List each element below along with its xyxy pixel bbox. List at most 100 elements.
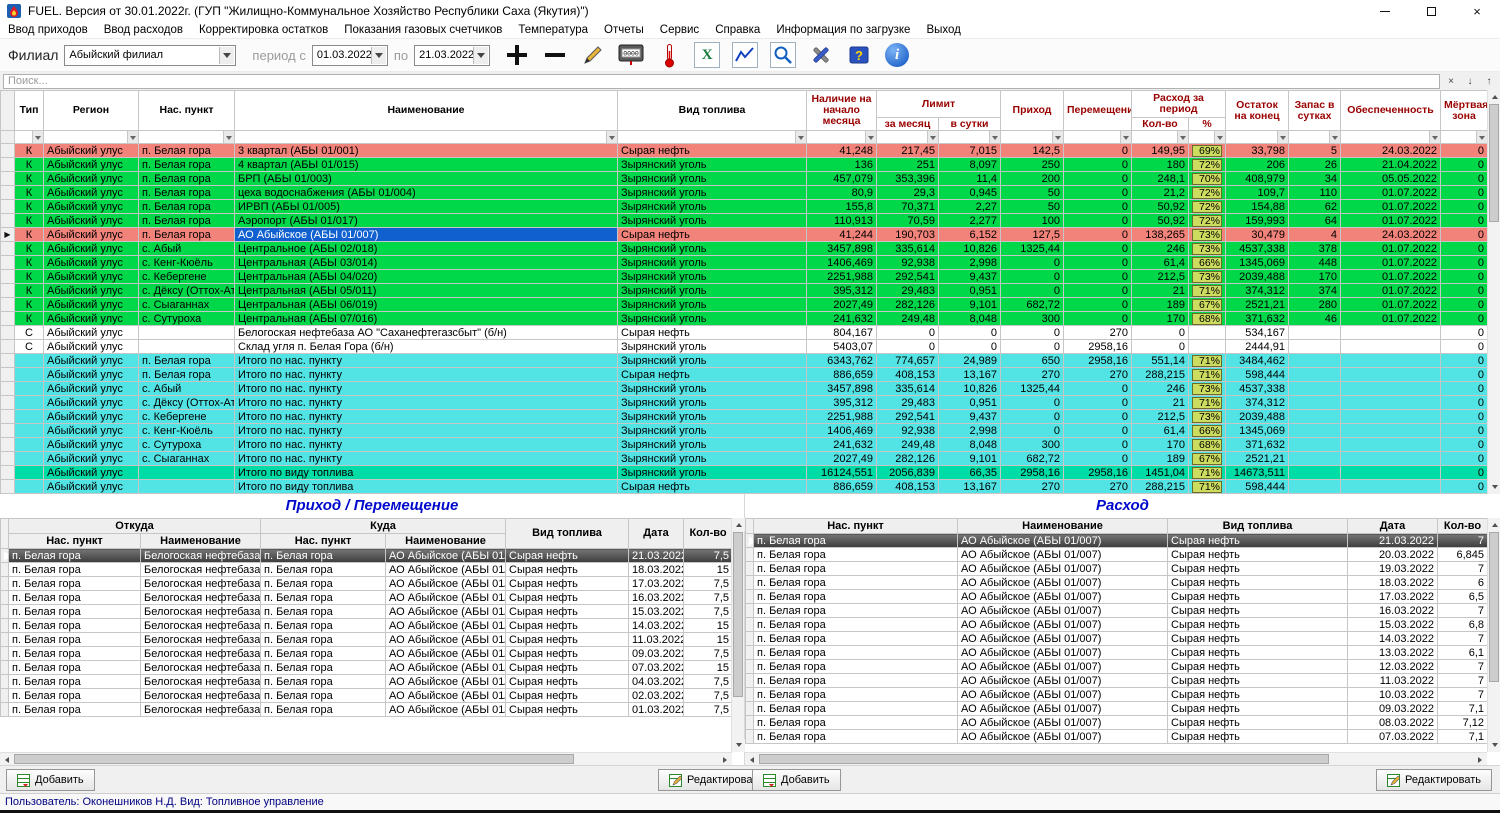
cell[interactable]: Сырая нефть xyxy=(506,703,629,717)
cell[interactable]: 9,101 xyxy=(939,298,1001,312)
menu-item[interactable]: Ввод расходов xyxy=(96,23,191,37)
cell[interactable]: 50 xyxy=(1001,200,1064,214)
cell[interactable]: 6,845 xyxy=(1438,548,1488,562)
cell[interactable]: 7,12 xyxy=(1438,716,1488,730)
cell[interactable]: 395,312 xyxy=(807,284,877,298)
cell[interactable]: Сырая нефть xyxy=(506,689,629,703)
cell[interactable]: 61,4 xyxy=(1132,256,1189,270)
table-row[interactable]: п. Белая гораБелогоская нефтебаза АО "Са… xyxy=(1,605,733,619)
cell[interactable] xyxy=(1341,340,1441,354)
table-row[interactable]: п. Белая гораАО Абыйское (АБЫ 01/007)Сыр… xyxy=(746,562,1488,576)
cell[interactable]: 136 xyxy=(807,158,877,172)
cell[interactable]: Белогоская нефтебаза АО "Са xyxy=(141,591,261,605)
cell[interactable]: Итого по нас. пункту xyxy=(235,354,618,368)
column-header-settlement[interactable]: Нас. пункт xyxy=(139,91,235,131)
add-prihod-button[interactable]: Добавить xyxy=(6,769,95,791)
scrollbar-thumb[interactable] xyxy=(1489,104,1499,222)
main-table-row[interactable]: КАбыйский улусс. СутурохаЦентральная (АБ… xyxy=(1,312,1488,326)
cell[interactable]: 100 xyxy=(1001,214,1064,228)
main-table-row[interactable]: КАбыйский улусп. Белая гора3 квартал (АБ… xyxy=(1,144,1488,158)
cell[interactable]: 8,048 xyxy=(939,312,1001,326)
cell[interactable]: 0 xyxy=(1441,158,1487,172)
cell[interactable]: 17.03.2022 xyxy=(629,577,684,591)
rashod-vertical-scrollbar[interactable] xyxy=(1487,518,1500,752)
cell[interactable]: п. Белая гора xyxy=(9,661,141,675)
cell[interactable]: 217,45 xyxy=(877,144,939,158)
cell[interactable]: АО Абыйское (АБЫ 01/007) xyxy=(386,633,506,647)
cell[interactable]: Сырая нефть xyxy=(506,577,629,591)
search-clear-button[interactable]: × xyxy=(1443,74,1459,89)
cell[interactable]: Сырая нефть xyxy=(1168,730,1348,744)
cell[interactable]: 0 xyxy=(1064,144,1132,158)
cell[interactable]: 21.04.2022 xyxy=(1341,158,1441,172)
cell[interactable]: 270 xyxy=(1064,368,1132,382)
cell[interactable]: 10,826 xyxy=(939,242,1001,256)
scrollbar-thumb[interactable] xyxy=(759,754,1329,764)
cell[interactable]: 374,312 xyxy=(1226,396,1289,410)
menu-item[interactable]: Корректировка остатков xyxy=(191,23,336,37)
main-table-row[interactable]: Абыйский улусИтого по виду топливаСырая … xyxy=(1,480,1488,494)
cell[interactable]: 73% xyxy=(1189,242,1226,256)
cell[interactable]: 0 xyxy=(1441,214,1487,228)
cell[interactable]: п. Белая гора xyxy=(9,703,141,717)
cell[interactable]: 2958,16 xyxy=(1001,466,1064,480)
cell[interactable]: п. Белая гора xyxy=(9,633,141,647)
cell[interactable]: п. Белая гора xyxy=(754,618,958,632)
cell[interactable]: 282,126 xyxy=(877,452,939,466)
cell[interactable]: Зырянский уголь xyxy=(618,270,807,284)
period-from-select[interactable]: 01.03.2022 xyxy=(312,45,388,66)
cell[interactable]: Белогоская нефтебаза АО "Са xyxy=(141,619,261,633)
cell[interactable]: 154,88 xyxy=(1226,200,1289,214)
table-row[interactable]: п. Белая гораАО Абыйское (АБЫ 01/007)Сыр… xyxy=(746,674,1488,688)
cell[interactable]: Зырянский уголь xyxy=(618,186,807,200)
cell[interactable]: 2,277 xyxy=(939,214,1001,228)
cell[interactable]: К xyxy=(15,144,44,158)
cell[interactable]: 41,248 xyxy=(807,144,877,158)
cell[interactable]: п. Белая гора xyxy=(261,647,386,661)
cell[interactable]: п. Белая гора xyxy=(9,619,141,633)
cell[interactable]: п. Белая гора xyxy=(754,534,958,548)
cell[interactable]: п. Белая гора xyxy=(754,660,958,674)
menu-item[interactable]: Температура xyxy=(510,23,596,37)
cell[interactable]: Сырая нефть xyxy=(1168,562,1348,576)
table-row[interactable]: п. Белая гораАО Абыйское (АБЫ 01/007)Сыр… xyxy=(746,548,1488,562)
cell[interactable] xyxy=(1341,466,1441,480)
cell[interactable]: 7,5 xyxy=(684,605,733,619)
info-button[interactable]: i xyxy=(884,42,910,68)
cell[interactable]: Сырая нефть xyxy=(618,480,807,494)
cell[interactable]: 3484,462 xyxy=(1226,354,1289,368)
cell[interactable]: 408,153 xyxy=(877,480,939,494)
column-header-to-name[interactable]: Наименование xyxy=(386,534,506,549)
table-row[interactable]: п. Белая гораАО Абыйское (АБЫ 01/007)Сыр… xyxy=(746,576,1488,590)
cell[interactable] xyxy=(1289,452,1341,466)
cell[interactable] xyxy=(1341,368,1441,382)
chart-button[interactable] xyxy=(732,42,758,68)
cell[interactable]: 4537,338 xyxy=(1226,382,1289,396)
cell[interactable]: 92,938 xyxy=(877,424,939,438)
column-header-settlement[interactable]: Нас. пункт xyxy=(754,519,958,534)
cell[interactable]: Зырянский уголь xyxy=(618,466,807,480)
column-filter[interactable] xyxy=(139,131,235,144)
column-header-date[interactable]: Дата xyxy=(1348,519,1438,534)
main-table-row[interactable]: Абыйский улусс. Дёксу (Оттох-Атах)Итого … xyxy=(1,396,1488,410)
cell[interactable]: с. Абый xyxy=(139,382,235,396)
cell[interactable]: 7,5 xyxy=(684,647,733,661)
cell[interactable]: 0 xyxy=(1441,354,1487,368)
cell[interactable]: 72% xyxy=(1189,158,1226,172)
cell[interactable]: АО Абыйское (АБЫ 01/007) xyxy=(386,647,506,661)
cell[interactable]: 0,951 xyxy=(939,396,1001,410)
cell[interactable]: п. Белая гора xyxy=(139,172,235,186)
cell[interactable]: Абыйский улус xyxy=(44,326,139,340)
cell[interactable]: 371,632 xyxy=(1226,312,1289,326)
table-row[interactable]: п. Белая гораАО Абыйское (АБЫ 01/007)Сыр… xyxy=(746,646,1488,660)
cell[interactable]: 69% xyxy=(1189,144,1226,158)
cell[interactable]: Сырая нефть xyxy=(506,675,629,689)
column-header-fuel-type[interactable]: Вид топлива xyxy=(618,91,807,131)
cell[interactable]: К xyxy=(15,298,44,312)
cell[interactable]: 0 xyxy=(1001,396,1064,410)
cell[interactable]: 2056,839 xyxy=(877,466,939,480)
cell[interactable]: АО Абыйское (АБЫ 01/007) xyxy=(235,228,618,242)
cell[interactable] xyxy=(15,368,44,382)
cell[interactable] xyxy=(15,480,44,494)
cell[interactable]: Абыйский улус xyxy=(44,270,139,284)
